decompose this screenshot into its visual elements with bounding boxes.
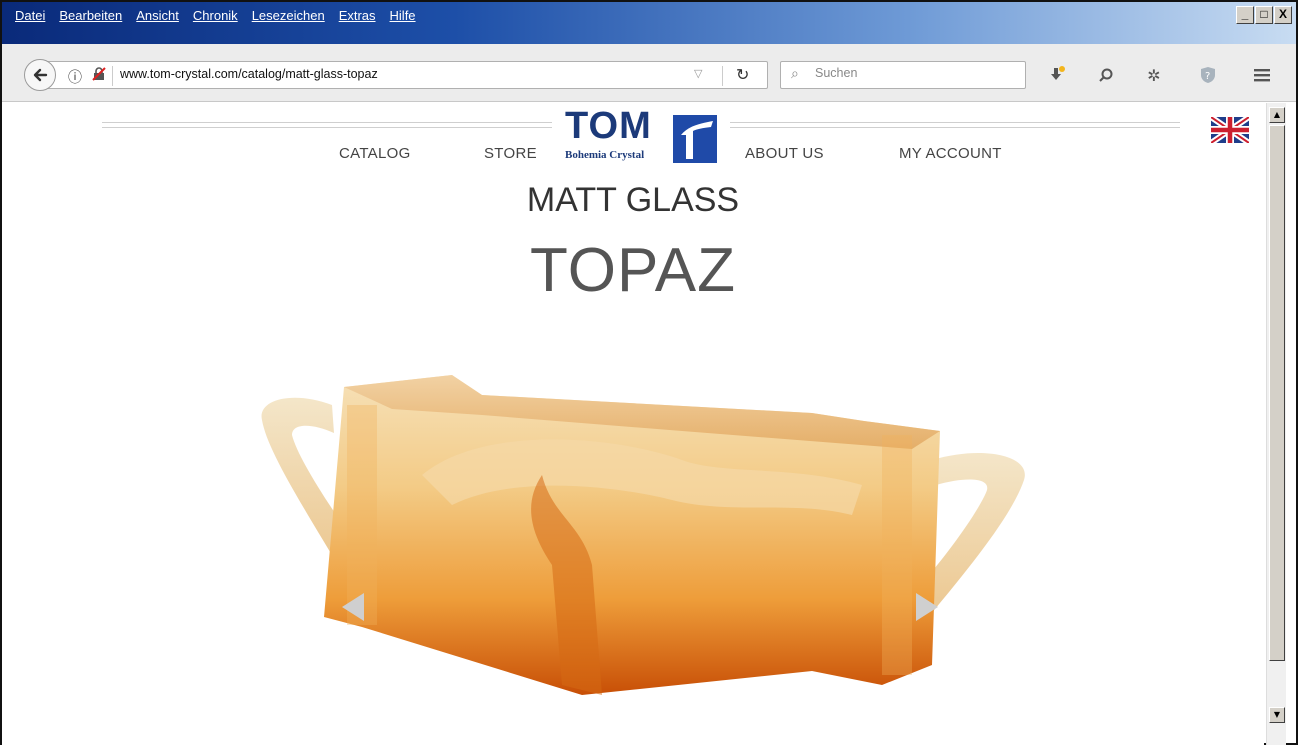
logo-title: TOM (565, 105, 652, 147)
menu-ansicht[interactable]: Ansicht (129, 4, 186, 28)
nav-store[interactable]: STORE (484, 145, 537, 162)
uk-flag-icon[interactable] (1211, 117, 1249, 143)
menu-bar: Datei Bearbeiten Ansicht Chronik Lesezei… (2, 2, 1296, 44)
product-image (261, 375, 1025, 695)
insecure-lock-icon[interactable] (92, 67, 106, 81)
header-line-left-2 (102, 127, 552, 128)
previous-image-arrow[interactable] (342, 593, 364, 621)
svg-text:?: ? (1205, 71, 1210, 82)
nav-my-account[interactable]: MY ACCOUNT (899, 145, 1002, 162)
url-separator (112, 66, 113, 86)
logo-mark-icon (681, 121, 713, 159)
url-separator-2 (722, 66, 723, 86)
search-input[interactable] (815, 66, 1015, 80)
site-logo[interactable]: TOM Bohemia Crystal (562, 105, 718, 165)
url-dropdown-icon[interactable]: ▽ (694, 67, 702, 80)
product-name: TOPAZ (530, 236, 736, 305)
minimize-button[interactable]: _ (1236, 6, 1254, 24)
close-button[interactable]: X (1274, 6, 1292, 24)
url-bar[interactable]: ⓘ www.tom-crystal.com/catalog/matt-glass… (46, 61, 768, 89)
info-icon[interactable]: ⓘ (68, 67, 82, 87)
back-button[interactable] (24, 59, 56, 91)
download-icon[interactable] (1046, 65, 1066, 85)
nav-about-us[interactable]: ABOUT US (745, 145, 824, 162)
search-box[interactable]: ⌕ (780, 61, 1026, 89)
menu-datei[interactable]: Datei (8, 4, 52, 28)
menu-hilfe[interactable]: Hilfe (383, 4, 423, 28)
nav-catalog[interactable]: CATALOG (339, 145, 411, 162)
logo-mark (673, 115, 717, 163)
search-toolbar-icon[interactable] (1096, 65, 1116, 85)
help-shield-icon[interactable]: ? (1198, 65, 1218, 85)
menu-lesezeichen[interactable]: Lesezeichen (245, 4, 332, 28)
url-text[interactable]: www.tom-crystal.com/catalog/matt-glass-t… (120, 67, 378, 81)
logo-subtitle: Bohemia Crystal (565, 149, 645, 161)
product-category: MATT GLASS (526, 181, 740, 219)
maximize-button[interactable]: □ (1255, 6, 1273, 24)
hamburger-menu-icon[interactable] (1252, 65, 1272, 85)
scroll-down-button[interactable]: ▼ (1269, 707, 1285, 723)
next-image-arrow[interactable] (916, 593, 938, 621)
menu-bearbeiten[interactable]: Bearbeiten (52, 4, 129, 28)
reload-icon[interactable]: ↻ (736, 65, 749, 84)
gear-icon[interactable]: ✲ (1144, 65, 1164, 85)
header-line-right-2 (730, 127, 1180, 128)
search-icon: ⌕ (791, 66, 799, 82)
header-line-right (730, 122, 1180, 123)
header-line-left (102, 122, 552, 123)
browser-window: Datei Bearbeiten Ansicht Chronik Lesezei… (0, 0, 1298, 745)
vertical-scrollbar[interactable]: ▲ ▼ (1266, 103, 1286, 745)
back-arrow-icon (33, 68, 48, 82)
menu-extras[interactable]: Extras (332, 4, 383, 28)
scroll-thumb[interactable] (1269, 125, 1285, 661)
menu-chronik[interactable]: Chronik (186, 4, 245, 28)
navigation-toolbar: ⓘ www.tom-crystal.com/catalog/matt-glass… (2, 44, 1296, 102)
web-page: CATALOG STORE ABOUT US MY ACCOUNT TOM Bo… (2, 103, 1264, 745)
scroll-up-button[interactable]: ▲ (1269, 107, 1285, 123)
